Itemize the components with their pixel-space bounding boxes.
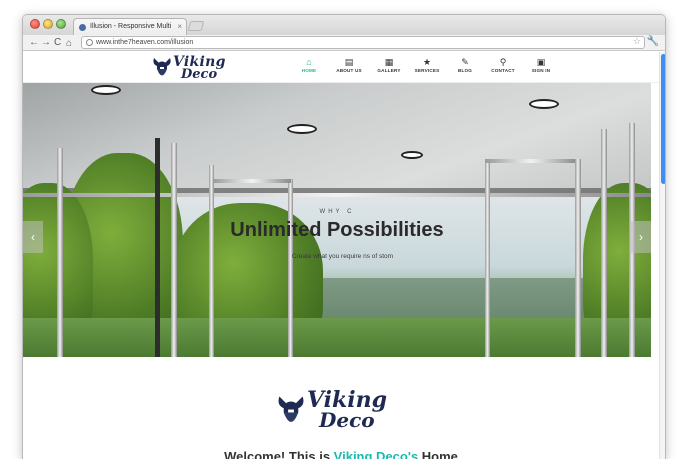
menu-item-label: CONTACT [491, 68, 515, 73]
welcome-logo: Viking Deco [275, 387, 409, 437]
tab-title: Illusion - Responsive Multi [90, 23, 172, 30]
site-logo[interactable]: Viking Deco [151, 54, 243, 82]
slider-next-button[interactable]: › [631, 221, 651, 253]
welcome-heading: Welcome! This is Viking Deco's Home [23, 449, 659, 459]
address-bar[interactable]: www.inthe7heaven.com/illusion ☆ [81, 36, 645, 49]
menu-item-home[interactable]: ⌂ HOME [291, 56, 327, 80]
back-button[interactable]: ← [29, 36, 39, 50]
menu-item-blog[interactable]: ✎ BLOG [447, 56, 483, 80]
title-bar: Illusion - Responsive Multi × [23, 15, 665, 35]
reload-button[interactable]: C [54, 36, 61, 50]
menu-item-about-us[interactable]: ▤ ABOUT US [329, 56, 369, 80]
page-icon [86, 39, 93, 46]
menu-item-label: SIGN IN [531, 68, 551, 73]
menu-item-label: ABOUT US [336, 68, 362, 73]
hero-slider: WHY C Unlimited Possibilities Create wha… [23, 83, 651, 357]
logo-word-2: Deco [319, 408, 375, 432]
document-icon: ▤ [344, 57, 354, 67]
menu-item-gallery[interactable]: ▦ GALLERY [371, 56, 407, 80]
hero-caption: WHY C Unlimited Possibilities Create wha… [23, 83, 651, 357]
forward-button[interactable]: → [41, 36, 51, 50]
maximize-window-button[interactable] [56, 19, 66, 29]
scrollbar-thumb[interactable] [661, 54, 665, 184]
home-button[interactable]: ⌂ [66, 37, 72, 51]
pencil-icon: ✎ [461, 57, 469, 67]
welcome-text-end: Home [418, 449, 458, 459]
star-icon: ★ [422, 57, 432, 67]
tab-close-icon[interactable]: × [177, 22, 182, 31]
lock-icon: ▣ [536, 57, 546, 67]
viking-helmet-icon [153, 58, 171, 76]
page-scrollbar[interactable] [659, 52, 665, 459]
menu-item-label: HOME [301, 68, 317, 73]
home-icon: ⌂ [306, 57, 312, 67]
slider-prev-button[interactable]: ‹ [23, 221, 43, 253]
favicon-icon [79, 24, 86, 31]
site-header: Viking Deco ⌂ HOME ▤ ABOUT US ▦ GALLERY … [23, 52, 659, 83]
menu-item-label: GALLERY [377, 68, 401, 73]
page-viewport: Viking Deco ⌂ HOME ▤ ABOUT US ▦ GALLERY … [23, 52, 665, 459]
welcome-text: Welcome! This is [224, 449, 334, 459]
menu-item-services[interactable]: ★ SERVICES [409, 56, 445, 80]
menu-item-label: BLOG [457, 68, 473, 73]
welcome-accent-text: Viking Deco's [333, 449, 419, 459]
browser-window: Illusion - Responsive Multi × ← → C ⌂ ww… [22, 14, 666, 459]
browser-toolbar: ← → C ⌂ www.inthe7heaven.com/illusion ☆ … [23, 35, 665, 51]
url-text: www.inthe7heaven.com/illusion [96, 39, 194, 46]
menu-item-contact[interactable]: ⚲ CONTACT [485, 56, 521, 80]
menu-item-label: SERVICES [414, 68, 440, 73]
minimize-window-button[interactable] [43, 19, 53, 29]
logo-word-2: Deco [181, 67, 218, 82]
main-menu: ⌂ HOME ▤ ABOUT US ▦ GALLERY ★ SERVICES ✎ [291, 56, 561, 82]
star-icon[interactable]: ☆ [633, 36, 641, 47]
close-window-button[interactable] [30, 19, 40, 29]
map-pin-icon: ⚲ [499, 57, 507, 67]
menu-item-sign-in[interactable]: ▣ SIGN IN [523, 56, 559, 80]
hero-title: Unlimited Possibilities [230, 219, 444, 241]
viking-helmet-icon [278, 396, 304, 422]
hero-subtitle: Create what you require ns of stom [291, 253, 394, 260]
browser-tab[interactable]: Illusion - Responsive Multi × [73, 18, 187, 35]
grid-icon: ▦ [384, 57, 394, 67]
wrench-icon[interactable]: 🔧 [647, 36, 659, 47]
hero-kicker: WHY C [319, 209, 355, 215]
new-tab-button[interactable] [187, 21, 205, 31]
